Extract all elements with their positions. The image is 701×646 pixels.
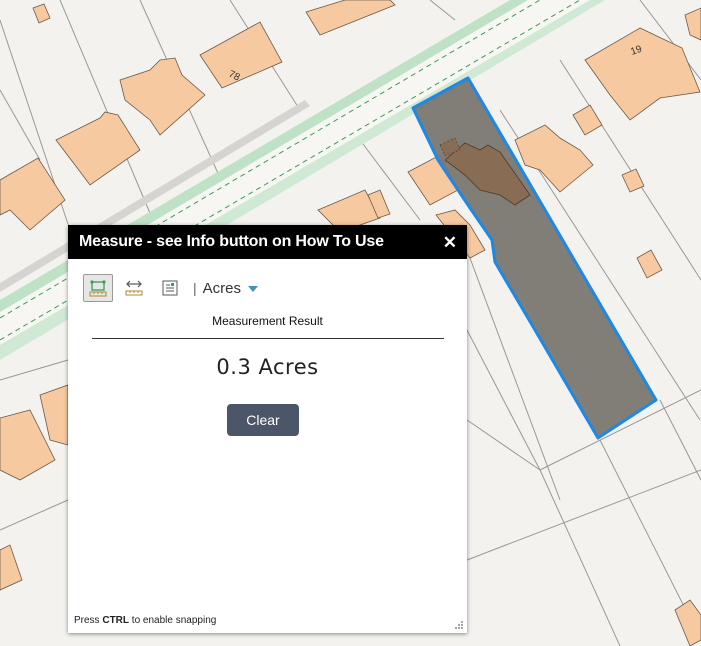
unit-selected-label: Acres xyxy=(202,279,241,297)
location-tool-button[interactable] xyxy=(155,274,185,302)
result-divider xyxy=(92,338,444,339)
caret-down-icon xyxy=(247,285,258,292)
distance-measure-icon xyxy=(125,280,143,296)
widget-header: Measure - see Info button on How To Use … xyxy=(68,225,467,259)
measure-widget: Measure - see Info button on How To Use … xyxy=(68,225,467,633)
clear-button[interactable]: Clear xyxy=(227,404,299,436)
location-measure-icon xyxy=(162,280,178,296)
snapping-hint-suffix: to enable snapping xyxy=(129,615,217,626)
area-measure-icon xyxy=(89,280,107,297)
widget-title: Measure - see Info button on How To Use xyxy=(79,233,384,250)
distance-tool-button[interactable] xyxy=(119,274,149,302)
snapping-hint-prefix: Press xyxy=(74,615,103,626)
measurement-result-label: Measurement Result xyxy=(212,314,323,328)
snapping-hint: Press CTRL to enable snapping xyxy=(74,615,216,626)
close-button[interactable]: ✕ xyxy=(443,234,457,251)
measure-toolbar: | Acres xyxy=(83,274,258,302)
toolbar-separator: | xyxy=(193,280,197,296)
area-tool-button[interactable] xyxy=(83,274,113,302)
measurement-result-value: 0.3 Acres xyxy=(216,355,319,379)
unit-dropdown[interactable]: Acres xyxy=(203,280,258,297)
resize-grip-icon[interactable] xyxy=(454,620,464,630)
snapping-hint-key: CTRL xyxy=(102,615,130,626)
